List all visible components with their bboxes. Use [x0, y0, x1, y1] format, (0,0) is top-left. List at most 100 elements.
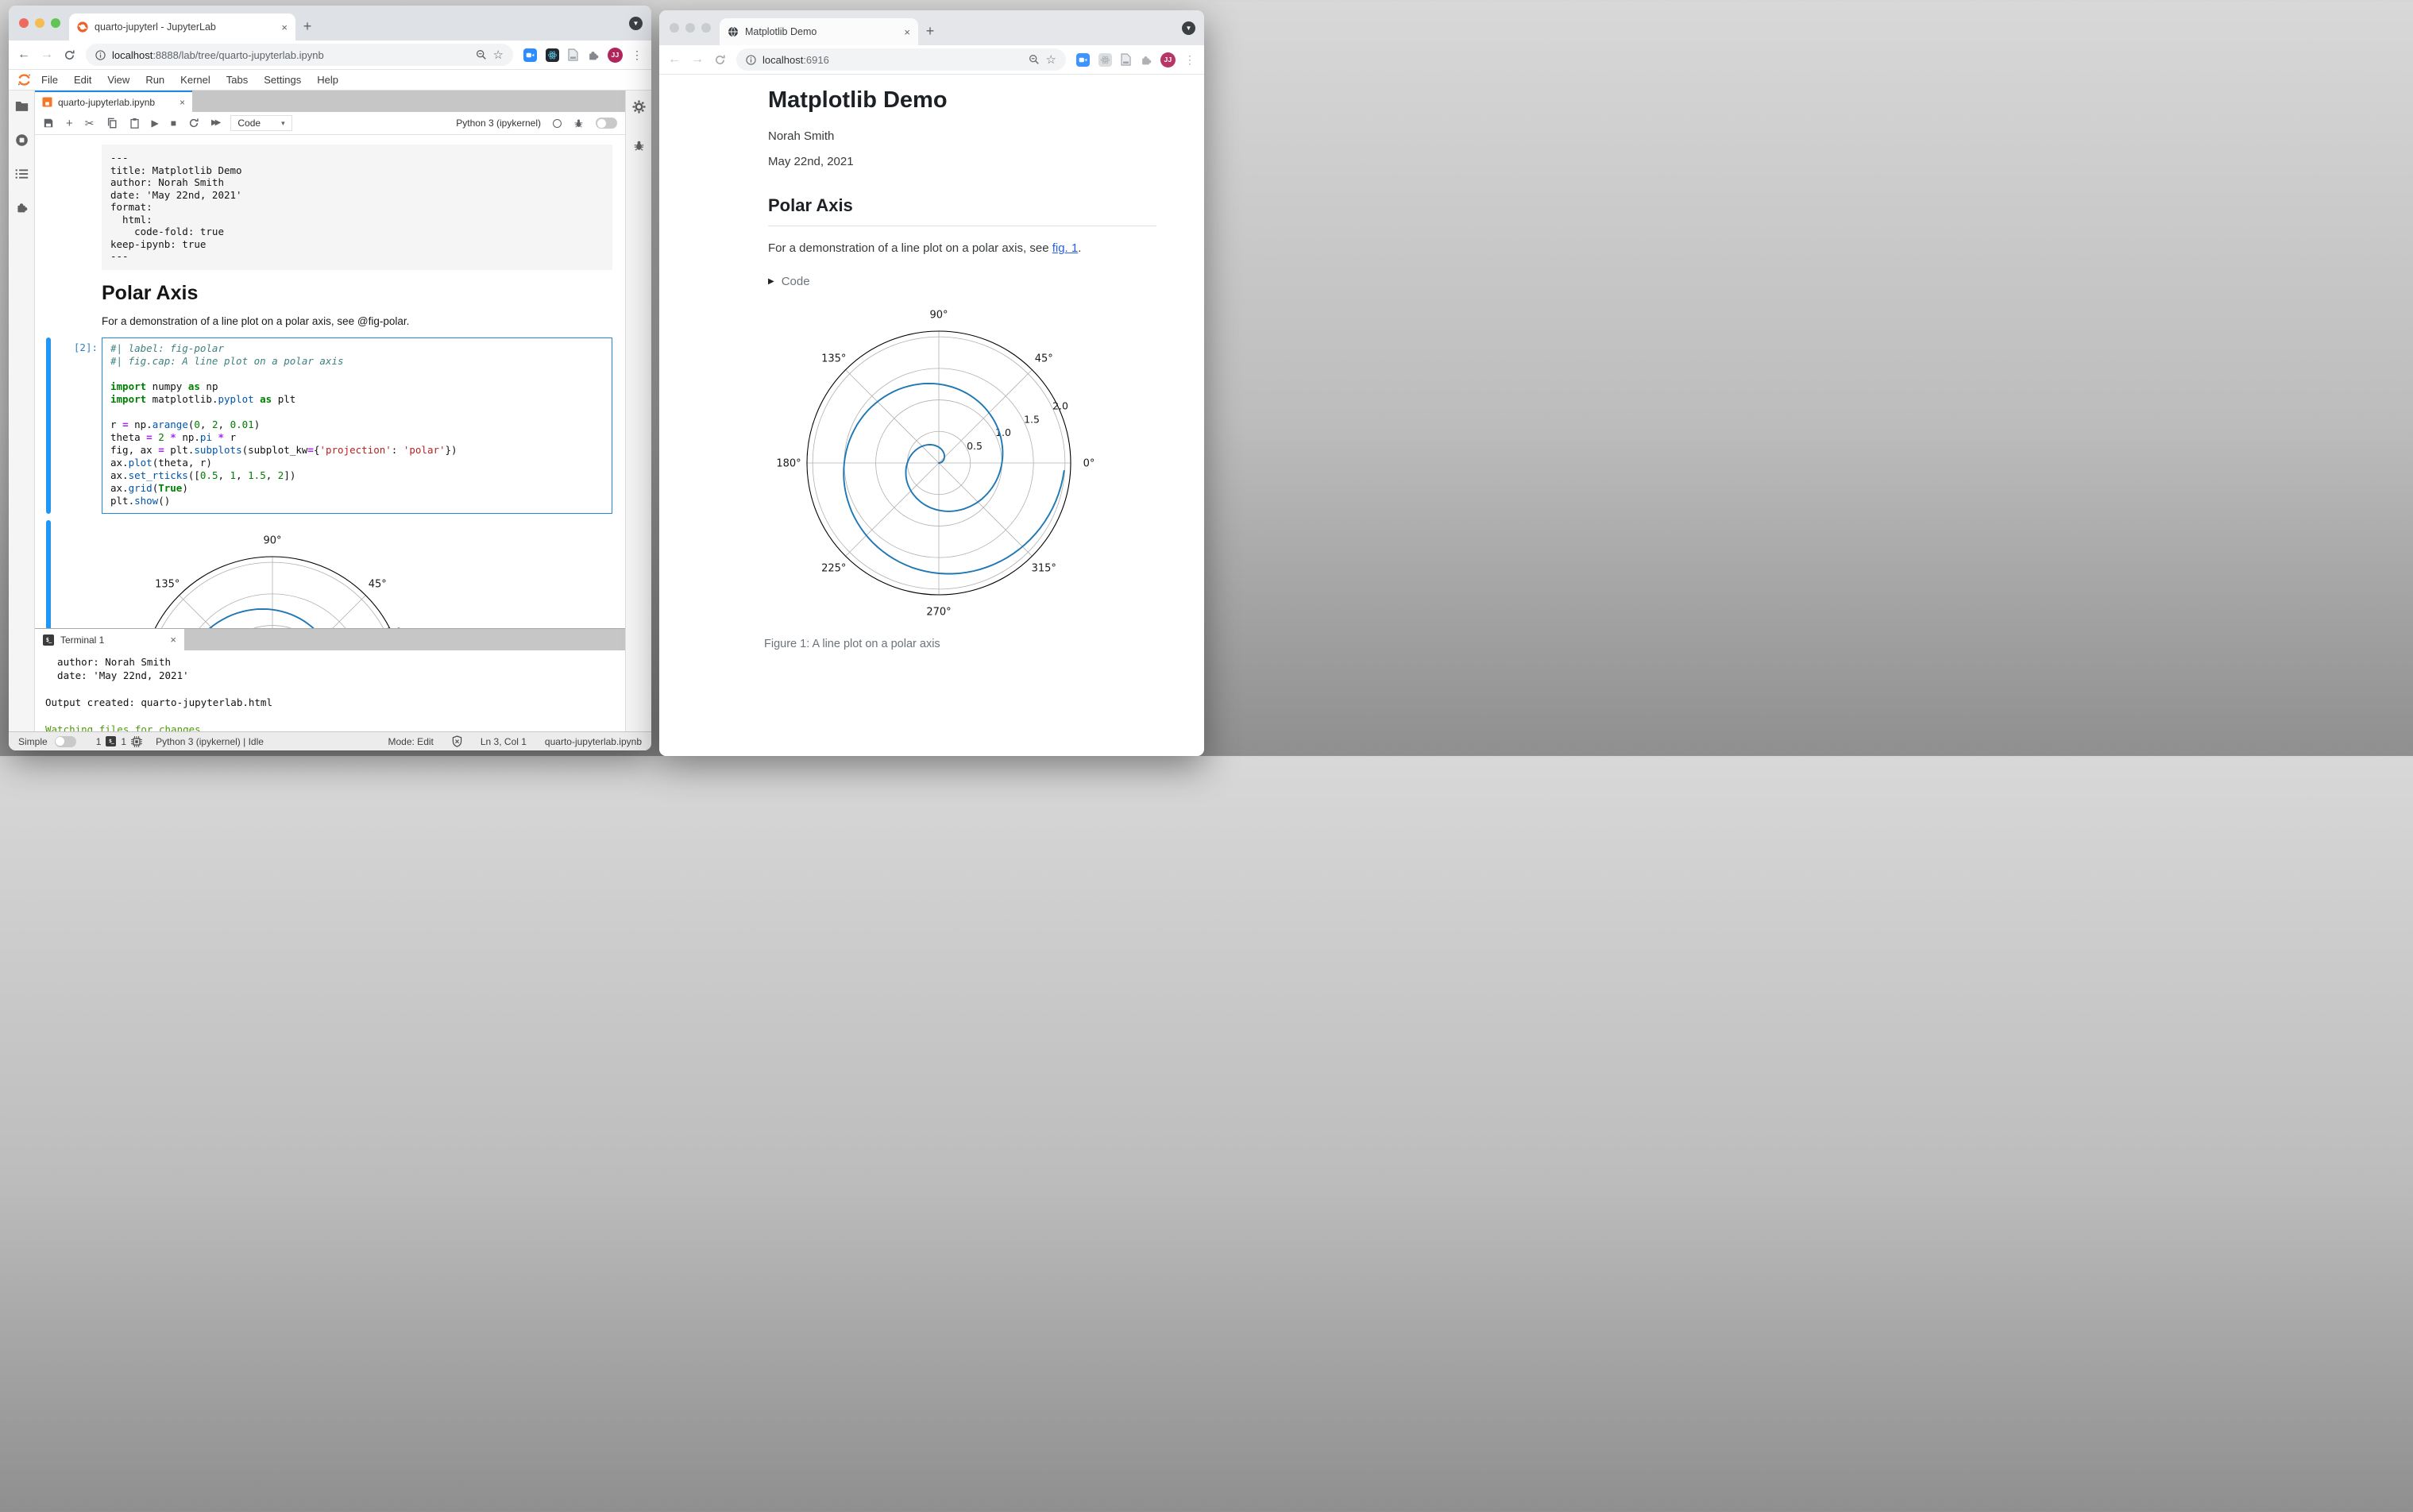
bookmark-star-icon[interactable]: ☆: [1046, 52, 1056, 67]
menu-item-kernel[interactable]: Kernel: [172, 74, 218, 86]
running-sessions-icon[interactable]: [15, 133, 29, 147]
address-bar[interactable]: localhost:6916 ☆: [736, 48, 1066, 71]
kernel-status-text[interactable]: Python 3 (ipykernel) | Idle: [156, 736, 264, 747]
extensions-icon[interactable]: [15, 201, 28, 214]
simple-mode-label: Simple: [18, 735, 48, 747]
new-tab-button[interactable]: +: [295, 18, 319, 40]
stop-icon[interactable]: ■: [171, 118, 176, 128]
cell-prompt: [51, 520, 102, 629]
cursor-position[interactable]: Ln 3, Col 1: [481, 736, 527, 747]
tab-search-button[interactable]: ▼: [1182, 21, 1195, 35]
forward-icon[interactable]: →: [691, 53, 704, 66]
figure-link[interactable]: fig. 1: [1052, 241, 1079, 255]
new-tab-button[interactable]: +: [918, 23, 942, 45]
zoom-meeting-icon[interactable]: [523, 48, 537, 62]
notebook-tab[interactable]: quarto-jupyterlab.ipynb ×: [35, 91, 192, 112]
paste-cell-icon[interactable]: [129, 118, 140, 129]
autoscroll-toggle[interactable]: [596, 118, 617, 129]
terminal-tab-close-icon[interactable]: ×: [170, 634, 176, 646]
table-of-contents-icon[interactable]: [15, 168, 29, 179]
address-bar[interactable]: localhost:8888/lab/tree/quarto-jupyterla…: [86, 44, 513, 66]
tab-search-button[interactable]: ▼: [629, 17, 643, 30]
browser-tab-jupyterlab[interactable]: quarto-jupyterl - JupyterLab ×: [69, 14, 295, 40]
menu-item-edit[interactable]: Edit: [66, 74, 99, 86]
url-text[interactable]: localhost:6916: [763, 54, 1022, 66]
folder-icon[interactable]: [15, 100, 29, 112]
tab-close-icon[interactable]: ×: [281, 21, 288, 33]
code-fold-toggle[interactable]: ▶ Code: [768, 275, 1156, 288]
cell-type-dropdown[interactable]: Code ▾: [230, 115, 292, 131]
disclosure-triangle-icon: ▶: [768, 277, 774, 286]
bookmark-star-icon[interactable]: ☆: [493, 48, 504, 62]
raw-yaml-cell[interactable]: --- title: Matplotlib Demo author: Norah…: [35, 145, 625, 270]
notebook-toolbar: + ✂ ▶ ■ ▶▶ Code ▾ Python 3 (ipykernel): [35, 112, 625, 135]
menu-item-settings[interactable]: Settings: [256, 74, 309, 86]
terminal-count: 1: [95, 735, 102, 747]
code-cell-editor[interactable]: #| label: fig-polar #| fig.cap: A line pl…: [102, 337, 612, 514]
browser-tab-matplotlib-demo[interactable]: Matplotlib Demo ×: [720, 18, 918, 45]
trust-shield-icon[interactable]: [452, 735, 462, 747]
back-icon[interactable]: ←: [668, 53, 681, 66]
debugger-bug-icon[interactable]: [633, 140, 645, 152]
minimize-window-button[interactable]: [685, 23, 695, 33]
minimize-window-button[interactable]: [35, 18, 44, 28]
close-window-button[interactable]: [19, 18, 29, 28]
run-all-icon[interactable]: ▶▶: [211, 119, 222, 127]
kernel-status-icon[interactable]: [553, 118, 562, 128]
add-cell-icon[interactable]: +: [66, 118, 73, 129]
traffic-lights[interactable]: [19, 18, 60, 28]
terminal-tab[interactable]: $_ Terminal 1 ×: [35, 629, 184, 650]
menu-item-view[interactable]: View: [99, 74, 137, 86]
back-icon[interactable]: ←: [17, 48, 30, 61]
terminal-icon[interactable]: $_: [106, 736, 117, 746]
info-icon[interactable]: [95, 49, 106, 60]
notebook-tab-close-icon[interactable]: ×: [180, 97, 185, 108]
document-extension-icon[interactable]: [568, 48, 578, 61]
kernel-chip-icon[interactable]: [131, 735, 143, 747]
debugger-bug-icon[interactable]: [573, 118, 584, 129]
menu-item-file[interactable]: File: [33, 74, 66, 86]
menu-item-tabs[interactable]: Tabs: [218, 74, 256, 86]
traffic-lights[interactable]: [670, 23, 711, 33]
reload-icon[interactable]: [64, 49, 75, 61]
markdown-cell[interactable]: Polar Axis For a demonstration of a line…: [35, 280, 625, 327]
run-icon[interactable]: ▶: [152, 118, 159, 128]
zoom-indicator-icon[interactable]: [1029, 54, 1040, 65]
reload-icon[interactable]: [714, 54, 726, 66]
url-text[interactable]: localhost:8888/lab/tree/quarto-jupyterla…: [112, 49, 469, 61]
zoom-window-button[interactable]: [701, 23, 711, 33]
zoom-indicator-icon[interactable]: [476, 49, 487, 60]
extensions-puzzle-icon[interactable]: [587, 49, 599, 61]
browser-menu-icon[interactable]: ⋮: [1184, 53, 1195, 67]
restart-kernel-icon[interactable]: [188, 118, 199, 129]
terminal-output[interactable]: author: Norah Smith date: 'May 22nd, 202…: [35, 650, 625, 731]
mode-indicator[interactable]: Mode: Edit: [388, 736, 434, 747]
extensions-puzzle-icon[interactable]: [1140, 54, 1152, 66]
save-icon[interactable]: [43, 118, 54, 129]
kernel-name[interactable]: Python 3 (ipykernel): [456, 118, 541, 129]
profile-avatar[interactable]: JJ: [1160, 52, 1176, 68]
notebook-content[interactable]: --- title: Matplotlib Demo author: Norah…: [35, 135, 625, 628]
simple-mode-toggle[interactable]: [54, 735, 76, 747]
react-devtools-icon[interactable]: [546, 48, 559, 62]
zoom-window-button[interactable]: [51, 18, 60, 28]
markdown-heading: Polar Axis: [102, 281, 199, 304]
polar-plot-notebook: 0°45°90°135°180°225°270°315°0.51.01.52.0: [106, 520, 612, 628]
close-window-button[interactable]: [670, 23, 679, 33]
yaml-cell-editor[interactable]: --- title: Matplotlib Demo author: Norah…: [102, 145, 612, 270]
svg-text:90°: 90°: [929, 310, 948, 322]
document-extension-icon[interactable]: [1121, 53, 1131, 66]
browser-menu-icon[interactable]: ⋮: [631, 48, 643, 62]
react-devtools-icon[interactable]: [1098, 52, 1112, 67]
zoom-meeting-icon[interactable]: [1076, 52, 1090, 67]
cut-cell-icon[interactable]: ✂: [85, 118, 95, 129]
forward-icon[interactable]: →: [41, 48, 53, 61]
menu-item-run[interactable]: Run: [137, 74, 172, 86]
profile-avatar[interactable]: JJ: [608, 47, 623, 63]
info-icon[interactable]: [746, 54, 756, 65]
menu-item-help[interactable]: Help: [309, 74, 346, 86]
tab-close-icon[interactable]: ×: [904, 26, 910, 38]
copy-cell-icon[interactable]: [106, 118, 118, 129]
property-inspector-gear-icon[interactable]: [631, 100, 646, 114]
code-cell[interactable]: [2]: #| label: fig-polar #| fig.cap: A li…: [35, 337, 625, 514]
